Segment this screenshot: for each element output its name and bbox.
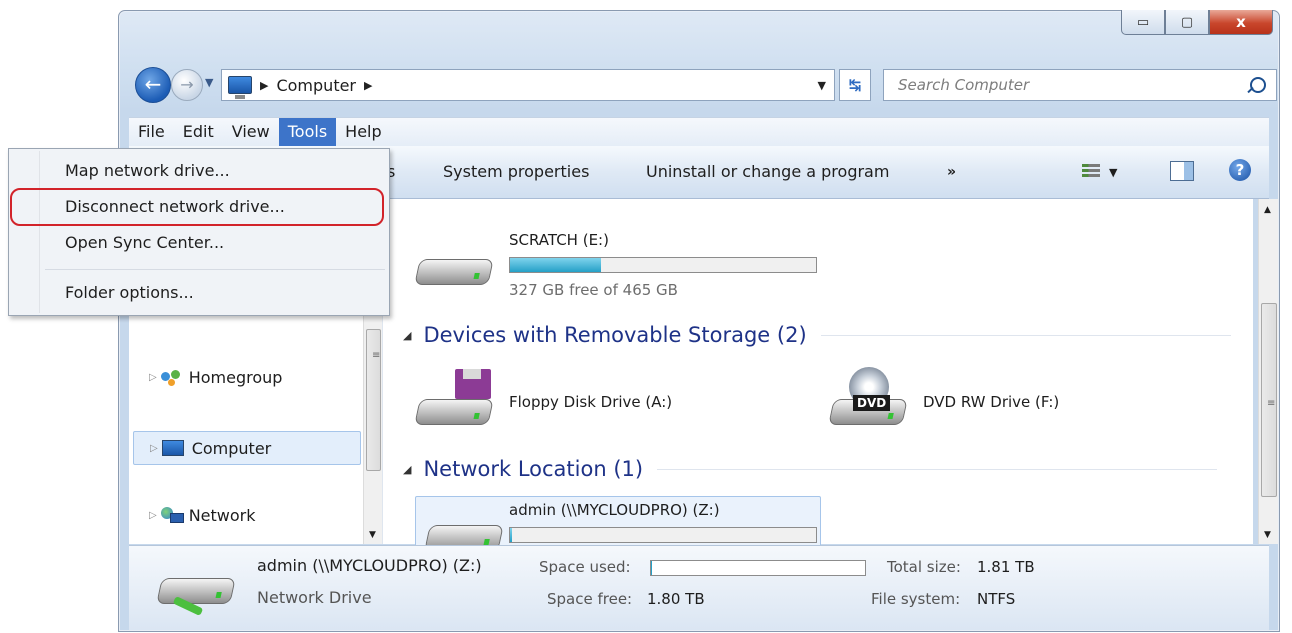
menu-gutter bbox=[39, 151, 40, 313]
drive-name[interactable]: admin (\\MYCLOUDPRO) (Z:) bbox=[509, 501, 720, 519]
nav-item-label: Network bbox=[188, 505, 256, 525]
explorer-window: ▭ ▢ x ← → ▼ ▶ Computer ▶ ▼ ↹ File Edit V… bbox=[118, 10, 1280, 632]
menu-item-map-network-drive[interactable]: Map network drive... bbox=[65, 161, 230, 180]
menu-bar: File Edit View Tools Help bbox=[129, 117, 1269, 147]
navigation-bar: ← → ▼ ▶ Computer ▶ ▼ ↹ bbox=[135, 63, 1277, 103]
dvd-badge: DVD bbox=[853, 395, 891, 411]
space-used-bar-fill bbox=[651, 561, 653, 575]
disconnect-highlight-outline bbox=[10, 188, 384, 226]
system-properties-button[interactable]: System properties bbox=[443, 162, 589, 181]
help-icon[interactable]: ? bbox=[1229, 159, 1251, 181]
collapse-arrow-icon[interactable]: ◢ bbox=[403, 329, 411, 342]
drive-base-icon[interactable] bbox=[414, 391, 494, 431]
space-used-label: Space used: bbox=[539, 558, 631, 576]
forward-button[interactable]: → bbox=[171, 69, 203, 101]
menu-file[interactable]: File bbox=[129, 118, 174, 146]
space-used-bar bbox=[650, 560, 866, 576]
group-divider bbox=[657, 468, 1218, 470]
grip-icon: ≡ bbox=[1267, 398, 1276, 409]
group-header-removable[interactable]: ◢ Devices with Removable Storage (2) bbox=[403, 323, 1231, 347]
group-title: Devices with Removable Storage (2) bbox=[423, 323, 807, 347]
nav-item-label: Computer bbox=[191, 438, 272, 458]
content-scrollbar[interactable]: ▲ ≡ ▼ bbox=[1258, 199, 1278, 544]
menu-edit[interactable]: Edit bbox=[174, 118, 223, 146]
expand-arrow-icon[interactable]: ▷ bbox=[149, 510, 157, 521]
collapse-arrow-icon[interactable]: ◢ bbox=[403, 463, 411, 476]
refresh-button[interactable]: ↹ bbox=[839, 69, 871, 101]
nav-item-network[interactable]: ▷ Network bbox=[133, 499, 359, 531]
recent-pages-dropdown-icon[interactable]: ▼ bbox=[205, 76, 213, 89]
change-view-icon[interactable] bbox=[1082, 162, 1100, 180]
homegroup-icon bbox=[160, 368, 183, 386]
menu-separator bbox=[45, 269, 385, 270]
nav-item-homegroup[interactable]: ▷ Homegroup bbox=[133, 361, 359, 393]
breadcrumb-computer[interactable]: Computer bbox=[276, 76, 356, 95]
space-free-value: 1.80 TB bbox=[647, 590, 705, 608]
file-system-label: File system: bbox=[871, 590, 961, 608]
group-divider bbox=[820, 334, 1231, 336]
drive-name[interactable]: Floppy Disk Drive (A:) bbox=[509, 393, 672, 411]
scrollbar-thumb[interactable]: ≡ bbox=[366, 329, 381, 471]
drive-name[interactable]: DVD RW Drive (F:) bbox=[923, 393, 1059, 411]
minimize-icon: ▭ bbox=[1136, 14, 1150, 30]
hard-drive-icon[interactable] bbox=[414, 251, 494, 291]
computer-icon bbox=[228, 76, 252, 99]
scroll-down-icon[interactable]: ▼ bbox=[369, 530, 376, 540]
tools-menu-popup: Map network drive... Disconnect network … bbox=[8, 148, 390, 316]
expand-arrow-icon[interactable]: ▷ bbox=[149, 372, 157, 383]
scroll-down-icon[interactable]: ▼ bbox=[1264, 530, 1271, 540]
capacity-bar-fill bbox=[510, 258, 601, 272]
capacity-bar bbox=[509, 257, 817, 273]
nav-item-label: Homegroup bbox=[188, 367, 283, 387]
group-header-network[interactable]: ◢ Network Location (1) bbox=[403, 457, 1218, 481]
expand-arrow-icon[interactable]: ▷ bbox=[150, 443, 158, 454]
total-size-value: 1.81 TB bbox=[977, 558, 1035, 576]
refresh-icon: ↹ bbox=[848, 76, 862, 94]
network-icon bbox=[160, 507, 184, 523]
menu-tools[interactable]: Tools bbox=[278, 118, 337, 146]
content-pane: SCRATCH (E:) 327 GB free of 465 GB ◢ Dev… bbox=[382, 199, 1253, 551]
grip-icon: ≡ bbox=[372, 350, 381, 361]
back-button[interactable]: ← bbox=[135, 67, 171, 103]
menu-help[interactable]: Help bbox=[336, 118, 390, 146]
space-free-label: Space free: bbox=[547, 590, 633, 608]
caption-buttons: ▭ ▢ x bbox=[1121, 10, 1273, 35]
search-icon[interactable] bbox=[1250, 77, 1266, 93]
file-system-value: NTFS bbox=[977, 590, 1016, 608]
breadcrumb-arrow-icon[interactable]: ▶ bbox=[364, 79, 372, 92]
address-dropdown-icon[interactable]: ▼ bbox=[818, 79, 826, 92]
view-dropdown-icon[interactable]: ▼ bbox=[1109, 166, 1117, 179]
total-size-label: Total size: bbox=[887, 558, 961, 576]
close-button[interactable]: x bbox=[1209, 10, 1273, 35]
nav-item-computer[interactable]: ▷ Computer bbox=[133, 431, 361, 465]
breadcrumb-arrow-icon[interactable]: ▶ bbox=[260, 79, 268, 92]
scrollbar-thumb[interactable]: ≡ bbox=[1261, 303, 1277, 497]
search-input[interactable] bbox=[896, 75, 1250, 95]
menu-item-folder-options[interactable]: Folder options... bbox=[65, 283, 194, 302]
maximize-icon: ▢ bbox=[1180, 14, 1194, 30]
details-drive-name: admin (\\MYCLOUDPRO) (Z:) bbox=[257, 556, 482, 575]
maximize-button[interactable]: ▢ bbox=[1165, 10, 1209, 35]
drive-free-space: 327 GB free of 465 GB bbox=[509, 281, 678, 299]
uninstall-program-button[interactable]: Uninstall or change a program bbox=[646, 162, 889, 181]
menu-item-open-sync-center[interactable]: Open Sync Center... bbox=[65, 233, 224, 252]
menu-view[interactable]: View bbox=[223, 118, 279, 146]
minimize-button[interactable]: ▭ bbox=[1121, 10, 1165, 35]
network-drive-large-icon bbox=[156, 570, 236, 620]
capacity-bar-fill bbox=[510, 528, 512, 542]
close-icon: x bbox=[1236, 13, 1246, 31]
address-bar[interactable]: ▶ Computer ▶ ▼ bbox=[221, 69, 835, 101]
drive-name[interactable]: SCRATCH (E:) bbox=[509, 231, 609, 249]
details-drive-type: Network Drive bbox=[257, 588, 372, 607]
capacity-bar bbox=[509, 527, 817, 543]
preview-pane-icon[interactable] bbox=[1170, 161, 1194, 181]
more-commands-button[interactable]: » bbox=[947, 164, 956, 180]
group-title: Network Location (1) bbox=[423, 457, 644, 481]
search-box[interactable] bbox=[883, 69, 1277, 101]
computer-icon bbox=[161, 440, 184, 456]
details-pane: admin (\\MYCLOUDPRO) (Z:) Network Drive … bbox=[129, 545, 1269, 630]
scroll-up-icon[interactable]: ▲ bbox=[1264, 205, 1271, 215]
